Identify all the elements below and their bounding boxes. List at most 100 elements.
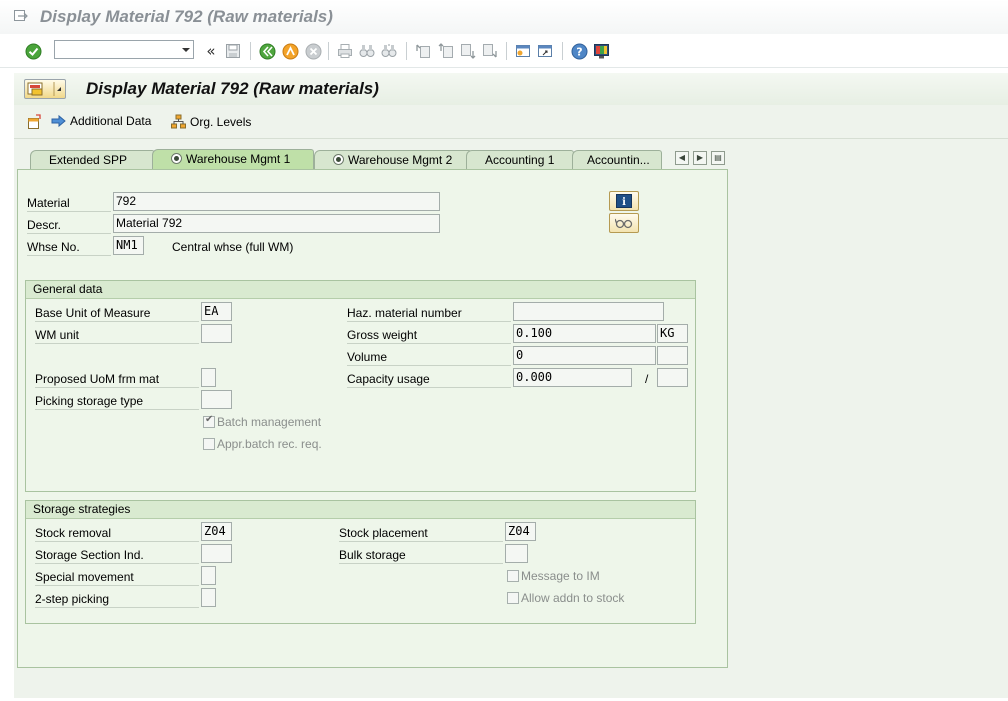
label-underline [35,321,199,322]
volume-field[interactable]: 0 [513,346,656,365]
display-change-button[interactable] [609,213,639,233]
info-button[interactable]: i [609,191,639,211]
material-field[interactable]: 792 [113,192,440,211]
tab-accounting-1[interactable]: Accounting 1 [466,150,574,169]
proposed-uom-label: Proposed UoM frm mat [35,372,160,386]
description-field[interactable]: Material 792 [113,214,440,233]
shortcut-icon[interactable] [536,42,554,60]
toolbar-separator [328,42,329,60]
haz-material-field[interactable] [513,302,664,321]
cancel-icon[interactable] [304,42,322,60]
enter-check-icon[interactable] [24,42,42,60]
capacity-usage-field[interactable]: 0.000 [513,368,632,387]
tab-extended-spp[interactable]: Extended SPP [30,150,155,169]
two-step-picking-field[interactable] [201,588,216,607]
divider [14,138,1008,139]
app-menu-button[interactable] [24,79,66,99]
volume-unit-field[interactable] [657,346,688,365]
message-to-im-checkbox[interactable] [507,570,519,582]
other-material-icon [28,114,41,129]
stock-removal-field[interactable]: Z04 [201,522,232,541]
gross-weight-unit-field[interactable]: KG [657,324,688,343]
toolbar-separator [562,42,563,60]
toolbar-separator [506,42,507,60]
arrow-right-icon [51,114,66,128]
gross-weight-label: Gross weight [347,328,418,342]
svg-text:?: ? [576,45,582,58]
label-underline [339,541,503,542]
proposed-uom-field[interactable] [201,368,216,387]
picking-storage-field[interactable] [201,390,232,409]
wm-unit-field[interactable] [201,324,232,343]
tab-label: Warehouse Mgmt 1 [186,152,291,166]
window-menu-icon[interactable] [14,10,28,22]
other-material-button[interactable] [26,114,42,130]
org-hierarchy-icon [171,114,186,129]
save-icon[interactable] [224,42,242,60]
wm-unit-label: WM unit [35,328,80,342]
storage-strategies-title: Storage strategies [26,501,695,519]
tab-scroll-right-icon[interactable]: ▶ [693,151,707,165]
back-icon[interactable] [258,42,276,60]
label-underline [347,387,511,388]
material-label: Material [27,196,70,210]
find-next-icon[interactable] [380,42,398,60]
whse-no-label: Whse No. [27,240,80,254]
org-levels-button[interactable]: Org. Levels [171,114,251,129]
label-underline [35,343,199,344]
tab-accounting-2[interactable]: Accountin... [572,150,662,169]
base-uom-label: Base Unit of Measure [35,306,151,320]
label-underline [347,365,511,366]
previous-page-icon[interactable] [437,42,455,60]
special-movement-field[interactable] [201,566,216,585]
whse-description: Central whse (full WM) [172,240,294,254]
storage-section-field[interactable] [201,544,232,563]
next-page-icon[interactable] [459,42,477,60]
glasses-icon [615,218,633,229]
descr-label: Descr. [27,218,62,232]
whse-no-field[interactable]: NM1 [113,236,144,255]
label-underline [27,233,111,234]
general-data-title: General data [26,281,695,299]
additional-data-button[interactable]: Additional Data [51,114,151,128]
capacity-unit-field[interactable] [657,368,688,387]
exit-icon[interactable] [281,42,299,60]
customize-layout-icon[interactable] [592,42,610,60]
bulk-storage-field[interactable] [505,544,528,563]
tab-label: Accountin... [587,153,650,167]
label-underline [35,541,199,542]
help-icon[interactable]: ? [570,42,588,60]
batch-management-checkbox[interactable] [203,414,215,428]
batch-management-label: Batch management [217,415,322,429]
print-icon[interactable] [336,42,354,60]
capacity-separator: / [645,372,649,386]
first-page-icon[interactable] [414,42,432,60]
tab-warehouse-mgmt-1[interactable]: Warehouse Mgmt 1 [152,149,314,170]
label-underline [339,563,503,564]
tab-warehouse-mgmt-2[interactable]: Warehouse Mgmt 2 [314,150,472,169]
base-uom-field[interactable]: EA [201,302,232,321]
find-icon[interactable] [358,42,376,60]
tab-label: Accounting 1 [485,153,555,167]
info-icon: i [616,194,632,208]
label-underline [27,255,111,256]
tab-scroll-left-icon[interactable]: ◀ [675,151,689,165]
stock-placement-label: Stock placement [339,526,428,540]
appr-batch-checkbox[interactable] [203,438,215,450]
tab-radio-icon [333,154,344,166]
label-underline [27,211,111,212]
message-to-im-label: Message to IM [521,569,600,583]
tab-list-icon[interactable]: ▤ [711,151,725,165]
page-title: Display Material 792 (Raw materials) [86,79,379,98]
allow-addn-checkbox[interactable] [507,592,519,604]
command-field[interactable] [54,40,194,59]
tab-label: Warehouse Mgmt 2 [348,153,453,167]
window-title: Display Material 792 (Raw materials) [40,7,333,26]
label-underline [35,607,199,608]
create-session-icon[interactable] [514,42,532,60]
stock-placement-field[interactable]: Z04 [505,522,536,541]
gross-weight-field[interactable]: 0.100 [513,324,656,343]
command-dropdown-icon[interactable] [178,40,194,59]
last-page-icon[interactable] [481,42,499,60]
expand-icon[interactable]: « [202,42,220,60]
